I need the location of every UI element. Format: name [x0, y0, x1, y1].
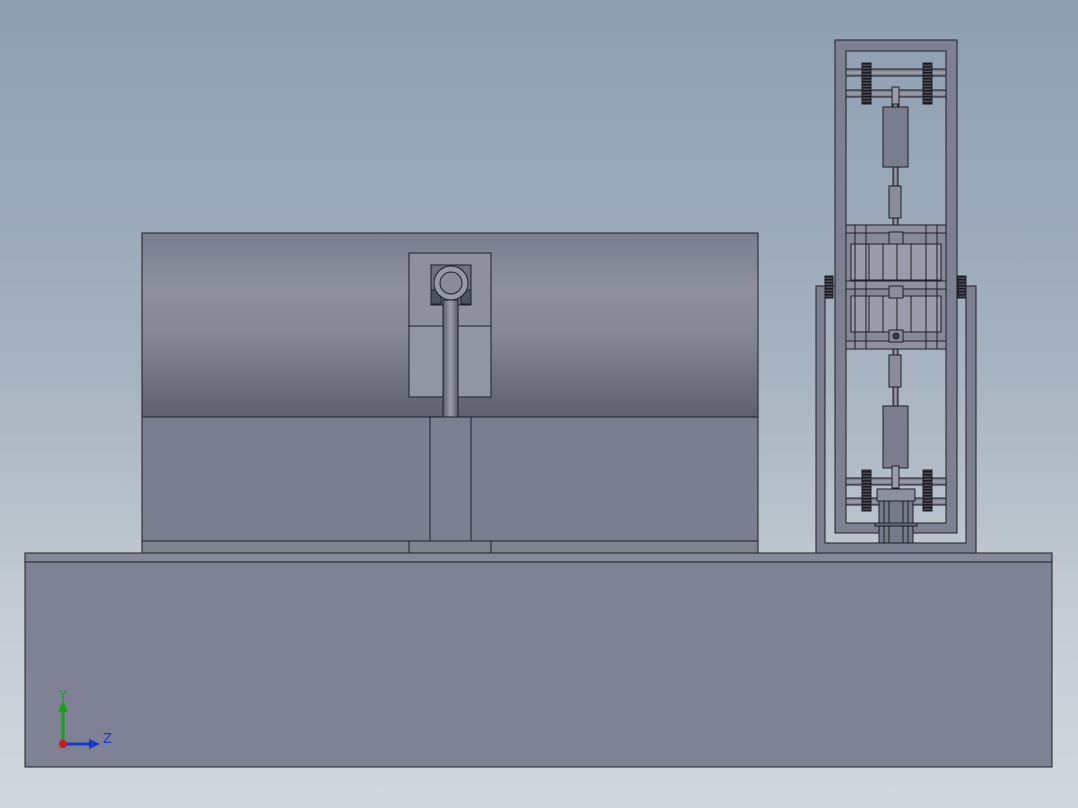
- base-plate[interactable]: [24, 552, 1053, 768]
- y-axis-label: Y: [58, 689, 67, 704]
- upper-cylinder[interactable]: [882, 106, 909, 168]
- x-axis-origin-icon: [59, 740, 67, 748]
- upper-coupling: [888, 185, 902, 219]
- middle-clamp-assembly[interactable]: [845, 224, 947, 350]
- upper-clamp-block[interactable]: [850, 243, 942, 281]
- cad-viewport[interactable]: Y Z: [0, 0, 1078, 808]
- sprocket-gear: [922, 62, 933, 105]
- lower-cylinder[interactable]: [882, 405, 909, 469]
- clamp-bolt: [892, 332, 900, 340]
- pivot-bracket[interactable]: [408, 252, 492, 418]
- lower-coupling: [888, 354, 902, 388]
- sprocket-gear: [861, 62, 872, 105]
- lower-clamp-block[interactable]: [850, 295, 942, 333]
- sprocket-gear: [861, 469, 872, 512]
- z-axis-label: Z: [103, 732, 112, 747]
- side-gear: [824, 275, 834, 299]
- sprocket-gear: [922, 469, 933, 512]
- upper-actuator[interactable]: [882, 103, 909, 231]
- cabinet-center-post: [429, 416, 472, 542]
- lower-cabinet[interactable]: [141, 416, 759, 554]
- assembly-drawing: Y Z: [24, 39, 1053, 768]
- side-gear: [957, 275, 967, 299]
- top-roller-assembly[interactable]: [845, 62, 947, 108]
- vertical-shaft[interactable]: [442, 299, 459, 418]
- drive-motor[interactable]: [874, 488, 918, 544]
